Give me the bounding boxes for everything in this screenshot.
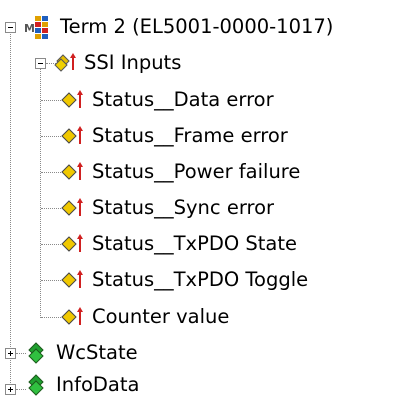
tree-connector [16,353,26,354]
input-variable-icon [60,197,84,219]
tree-item-label: Status__TxPDO State [92,232,298,255]
tree-connector [41,317,61,318]
collapse-button[interactable] [35,58,46,69]
input-variable-icon [60,89,84,111]
tree-item-variable[interactable]: Status__Frame error [60,118,288,154]
tree-item-label: InfoData [56,373,140,396]
tree-item-infodata[interactable]: InfoData [26,367,139,403]
tree-item-variable[interactable]: Status__Data error [60,82,274,118]
tree-item-term-2[interactable]: M Term 2 (EL5001-0000-1017) [24,9,333,45]
tree-connector [41,100,61,101]
input-variable-icon [60,125,84,147]
tree-connector [16,389,26,390]
tree-item-variable[interactable]: Status__TxPDO State [60,226,297,262]
expand-button[interactable] [5,348,16,359]
tree-connector [41,244,61,245]
input-variable-icon [60,269,84,291]
tree-connector [41,172,61,173]
svg-text:M: M [24,22,35,35]
tree-item-label: Status__TxPDO Toggle [92,268,309,291]
tree-item-wcstate[interactable]: WcState [26,335,138,371]
tree-item-label: Counter value [92,305,230,328]
tree-item-label: Status__Power failure [92,160,301,183]
tree-item-label: Term 2 (EL5001-0000-1017) [60,15,334,38]
tree-item-label: Status__Frame error [92,124,288,147]
tree-item-variable[interactable]: Status__Power failure [60,154,300,190]
tree-connector [41,208,61,209]
input-variable-icon [60,161,84,183]
tree-item-ssi-inputs[interactable]: SSI Inputs [54,45,181,81]
expand-button[interactable] [5,384,16,395]
tree-view: M Term 2 (EL5001-0000-1017) SSI Inputs S… [0,0,418,403]
tree-item-label: WcState [56,341,138,364]
input-group-icon [54,52,78,74]
green-variable-group-icon [26,374,46,396]
tree-connector [10,30,11,393]
input-variable-icon [60,306,84,328]
tree-item-label: Status__Data error [92,88,274,111]
tree-item-label: SSI Inputs [84,51,182,74]
tree-connector [41,136,61,137]
input-variable-icon [60,233,84,255]
tree-item-variable[interactable]: Counter value [60,299,229,335]
tree-connector [41,280,61,281]
tree-item-label: Status__Sync error [92,196,275,219]
collapse-button[interactable] [5,22,16,33]
tree-item-variable[interactable]: Status__Sync error [60,190,274,226]
terminal-module-icon: M [24,14,50,40]
tree-item-variable[interactable]: Status__TxPDO Toggle [60,262,308,298]
green-variable-group-icon [26,342,46,364]
